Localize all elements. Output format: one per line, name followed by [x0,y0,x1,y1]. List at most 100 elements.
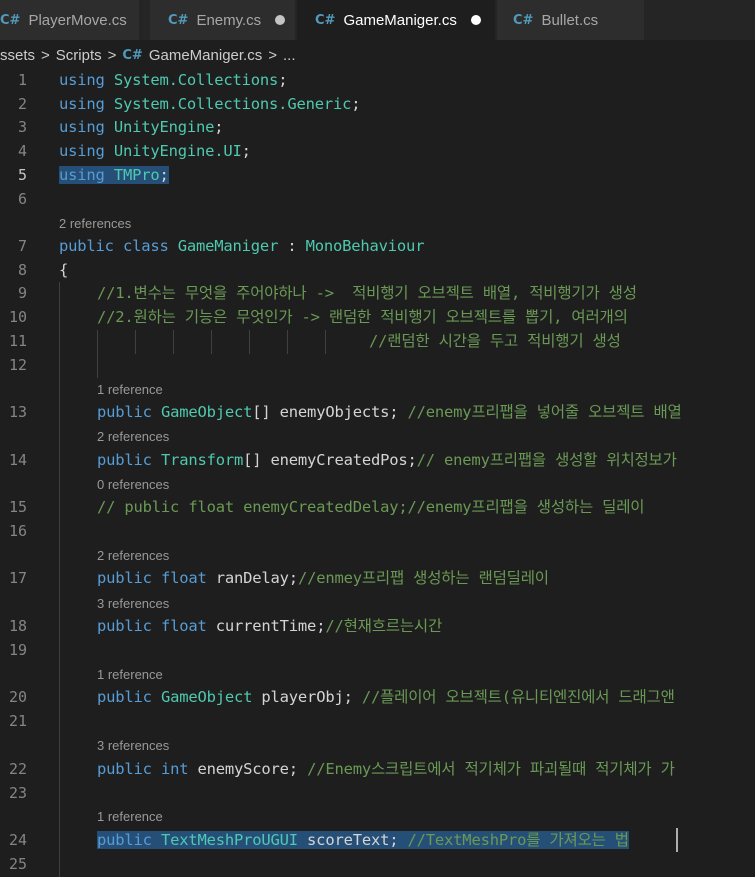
codelens-references[interactable]: 3 references [97,738,169,754]
code-line-2[interactable]: using System.Collections.Generic; [59,94,361,114]
identifier: scoreText; [297,831,408,849]
line-number: 4 [17,142,27,160]
keyword: public [97,760,152,778]
line-number: 9 [17,284,27,302]
breadcrumb-scripts[interactable]: Scripts [56,47,102,64]
line-number: 2 [17,95,27,113]
breadcrumb: Assets > Scripts > C# GameManiger.cs > .… [0,44,755,66]
codelens-references[interactable]: 1 reference [97,382,163,398]
codelens-references[interactable]: 2 references [97,548,169,564]
line-number: 23 [8,784,27,802]
code-line-4[interactable]: using UnityEngine.UI; [59,141,251,161]
selection: public TextMeshProUGUI scoreText; //Text… [97,831,629,849]
indent-guide [249,330,250,354]
code-line-22[interactable]: public int enemyScore; //Enemy스크립트에서 적기체… [97,759,675,779]
code-line-9[interactable]: //1.변수는 무엇을 주어야하나 -> 적비행기 오브젝트 배열, 적비행기가… [97,283,637,303]
tab-playermove[interactable]: C# PlayerMove.cs [0,0,140,40]
editor-tab-bar: C# PlayerMove.cs C# Enemy.cs C# GameMani… [0,0,755,40]
punct: ; [351,95,361,113]
breadcrumb-symbol[interactable]: ... [283,47,296,64]
keyword: public [97,831,152,849]
line-number: 22 [8,760,27,778]
codelens-references[interactable]: 1 reference [97,809,163,825]
indent-guide [211,330,212,354]
line-number: 16 [8,522,27,540]
codelens-references[interactable]: 3 references [97,596,169,612]
type-name: GameObject [160,403,253,421]
breadcrumb-file[interactable]: GameManiger.cs [149,47,262,64]
line-number: 13 [8,403,27,421]
code-line-20[interactable]: public GameObject playerObj; //플레이어 오브젝트… [97,687,675,707]
tab-enemy[interactable]: C# Enemy.cs [150,0,296,40]
unsaved-dot-icon[interactable] [470,15,481,25]
keyword: using [59,71,105,89]
line-number: 1 [17,71,27,89]
keyword: public [97,688,152,706]
tab-bullet[interactable]: C# Bullet.cs [497,0,645,40]
line-number: 24 [8,831,27,849]
punct: : [278,237,306,255]
code-line-18[interactable]: public float currentTime;//현재흐르는시간 [97,616,442,636]
code-line-8[interactable]: { [59,260,68,280]
line-number: 21 [8,712,27,730]
indent-guide [325,330,326,354]
tab-label: GameManiger.cs [343,11,457,29]
csharp-icon: C# [0,12,21,28]
code-line-24[interactable]: public TextMeshProUGUI scoreText; //Text… [97,830,629,850]
keyword: using [59,95,105,113]
namespace: TMPro [113,166,160,184]
keyword: class [122,237,169,255]
keyword: public [97,451,152,469]
chevron-right-icon: > [107,46,117,64]
line-number: 12 [8,356,27,374]
line-number: 15 [8,498,27,516]
code-line-14[interactable]: public Transform[] enemyCreatedPos;// en… [97,450,677,470]
csharp-icon: C# [122,47,143,63]
identifier: ranDelay; [206,569,298,587]
tab-gamemaniger[interactable]: C# GameManiger.cs [297,0,496,40]
codelens-references[interactable]: 2 references [59,216,131,232]
code-line-5[interactable]: using TMPro; [59,165,169,185]
keyword: using [59,142,105,160]
line-number: 11 [8,332,27,350]
line-number: 17 [8,569,27,587]
code-line-15[interactable]: // public float enemyCreatedDelay;//enem… [97,497,645,517]
code-line-3[interactable]: using UnityEngine; [59,117,224,137]
identifier: currentTime; [206,617,326,635]
codelens-references[interactable]: 0 references [97,477,169,493]
identifier: [] enemyCreatedPos; [243,451,417,469]
code-line-10[interactable]: //2.원하는 기능은 무엇인가 -> 랜덤한 적비행기 오브젝트를 뽑기, 여… [97,307,628,327]
type-name: TextMeshProUGUI [160,831,298,849]
line-number: 3 [17,118,27,136]
code-line-13[interactable]: public GameObject[] enemyObjects; //enem… [97,402,682,422]
punct: ; [159,166,169,184]
chevron-right-icon: > [41,46,50,64]
breadcrumb-assets[interactable]: Assets [0,47,35,64]
indent-guide [173,330,174,354]
indent-guide [59,282,60,877]
type-name: GameObject [160,688,253,706]
unsaved-dot-icon[interactable] [275,15,286,25]
code-line-11[interactable]: //랜덤한 시간을 두고 적비행기 생성 [369,331,621,351]
namespace: UnityEngine [113,118,215,136]
code-line-17[interactable]: public float ranDelay;//enmey프리팹 생성하는 랜덤… [97,568,549,588]
chevron-right-icon: > [268,46,277,64]
comment: //enmey프리팹 생성하는 랜덤딜레이 [297,569,549,587]
tab-label: PlayerMove.cs [28,11,127,29]
namespace: UnityEngine.UI [113,142,242,160]
punct: ; [278,71,288,89]
type-name: int [160,760,189,778]
type-name: float [160,569,207,587]
comment: //Enemy스크립트에서 적기체가 파괴될때 적기체가 가 [307,760,675,778]
codelens-references[interactable]: 2 references [97,429,169,445]
line-number: 8 [17,261,27,279]
identifier: [] enemyObjects; [252,403,408,421]
line-number-current: 5 [17,166,27,184]
line-number: 18 [8,617,27,635]
csharp-icon: C# [513,12,534,28]
tab-label: Bullet.cs [541,11,599,29]
codelens-references[interactable]: 1 reference [97,667,163,683]
keyword: public [59,237,114,255]
code-line-1[interactable]: using System.Collections; [59,70,288,90]
code-line-7[interactable]: public class GameManiger : MonoBehaviour [59,236,425,256]
